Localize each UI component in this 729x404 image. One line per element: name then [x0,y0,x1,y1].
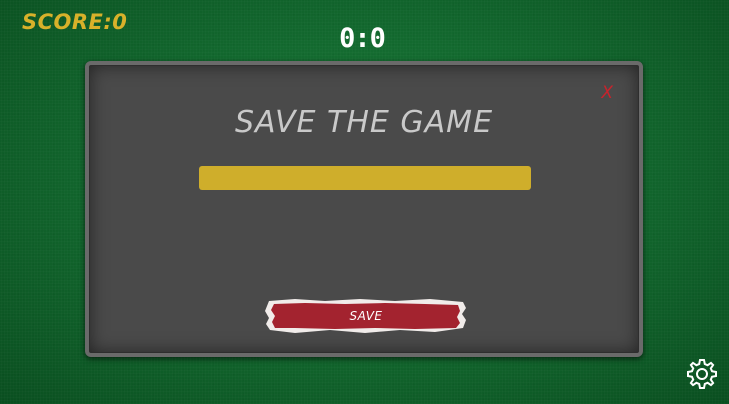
save-name-input[interactable] [199,166,531,190]
close-button[interactable]: X [601,83,613,103]
save-button[interactable]: SAVE [265,298,467,334]
save-game-dialog: X SAVE THE GAME SAVE [85,61,643,357]
score-display: SCORE:0 [22,10,128,34]
save-button-label: SAVE [349,309,383,323]
timer-display: 0:0 [339,23,386,54]
settings-button[interactable] [685,357,719,391]
gear-icon [687,359,717,389]
dialog-title: SAVE THE GAME [234,105,494,140]
